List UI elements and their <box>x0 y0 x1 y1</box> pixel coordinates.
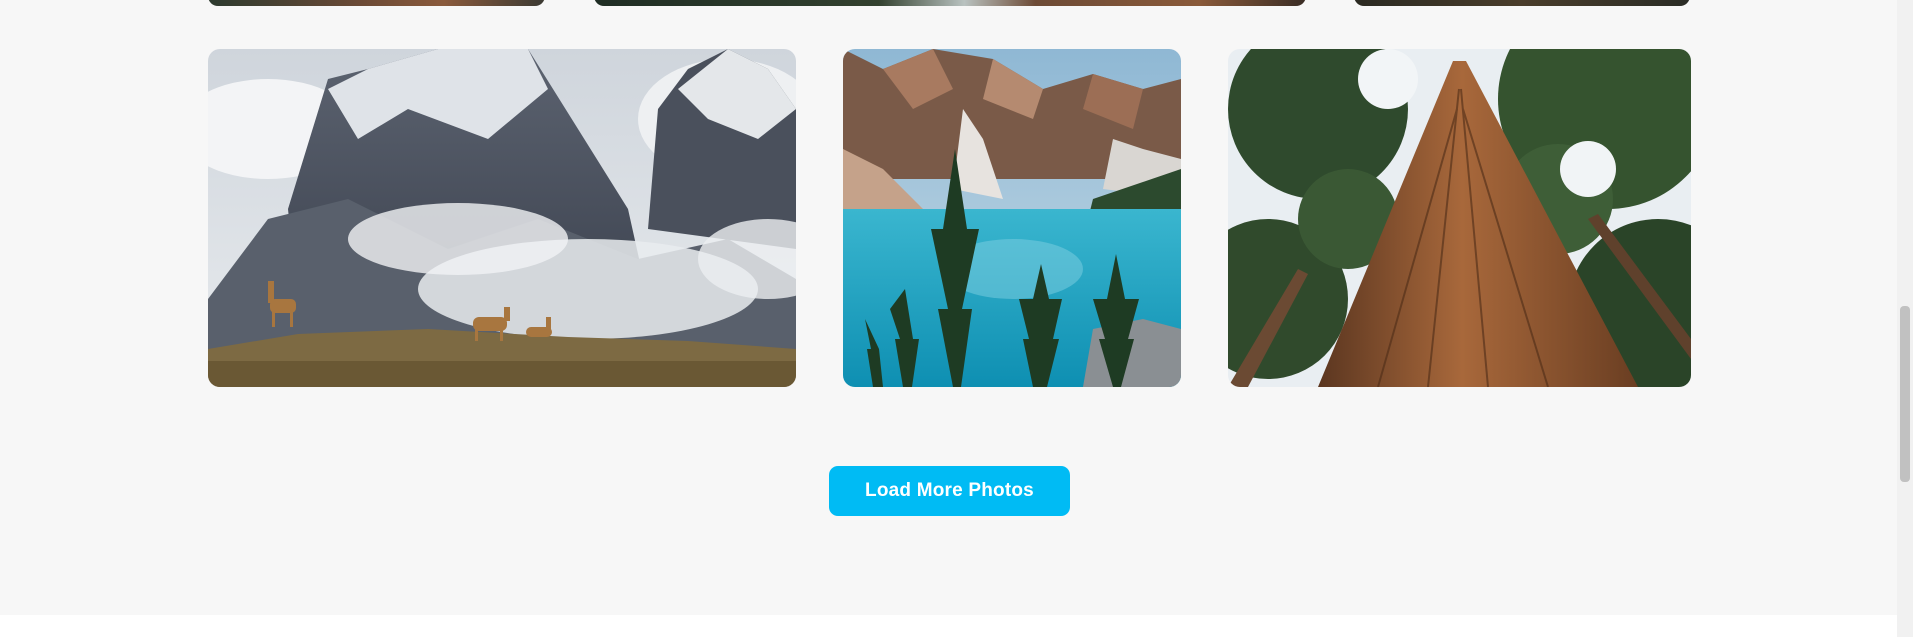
scrollbar-thumb[interactable] <box>1900 306 1910 482</box>
page-footer-gap <box>0 615 1897 637</box>
photo-gallery: Load More Photos <box>0 0 1897 615</box>
gallery-photo-mountains[interactable] <box>208 49 796 387</box>
page: Load More Photos <box>0 0 1897 637</box>
gallery-photo-tree[interactable] <box>1228 49 1691 387</box>
gallery-photo-partial-2[interactable] <box>594 0 1306 6</box>
gallery-photo-partial-3[interactable] <box>1354 0 1690 6</box>
tree-photo-icon <box>1228 49 1691 387</box>
load-more-photos-button[interactable]: Load More Photos <box>829 466 1070 516</box>
mountain-photo-icon <box>208 49 796 387</box>
gallery-photo-partial-1[interactable] <box>208 0 545 6</box>
gallery-photo-lake[interactable] <box>843 49 1181 387</box>
lake-photo-icon <box>843 49 1181 387</box>
vertical-scrollbar[interactable] <box>1897 0 1913 637</box>
